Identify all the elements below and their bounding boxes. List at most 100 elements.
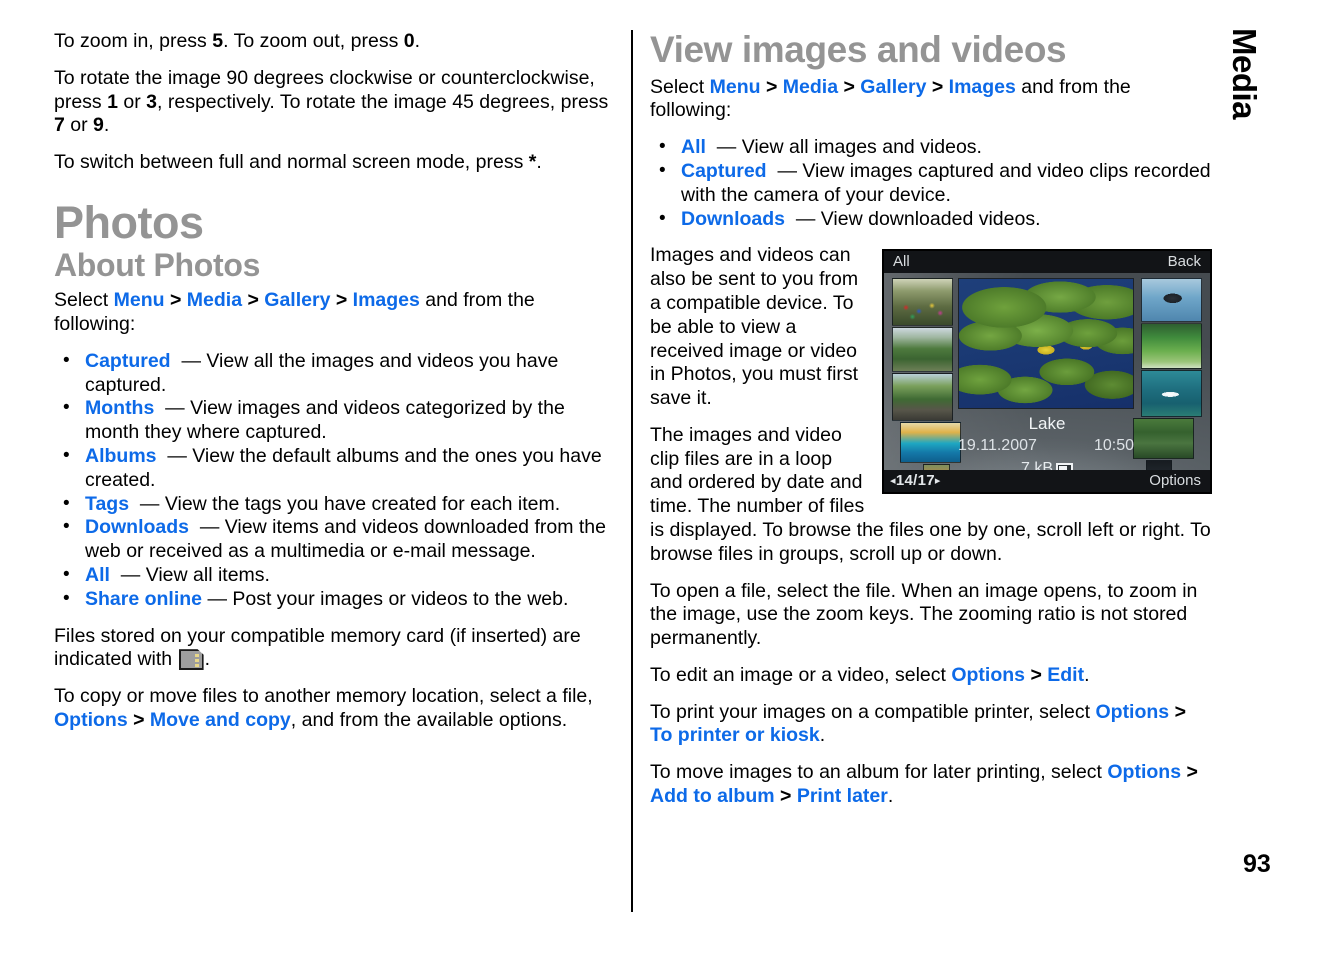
left-column: To zoom in, press 5. To zoom out, press … [54, 30, 620, 746]
list-item-desc: View the default albums and the ones you… [85, 445, 602, 491]
phone-screen: Lake 19.11.2007 10:50 7 kB All Back Opti… [884, 251, 1210, 493]
list-item: Albums — View the default albums and the… [54, 444, 620, 493]
link-options[interactable]: Options [54, 709, 128, 731]
list-item: Downloads — View items and videos downlo… [54, 515, 620, 564]
list-item: All — View all images and videos. [650, 135, 1212, 160]
key-5: 5 [212, 30, 224, 52]
key-9: 9 [93, 114, 104, 137]
thumbnail-left-1[interactable] [892, 278, 953, 327]
paragraph-select-path-left: Select Menu > Media > Gallery > Images a… [54, 289, 535, 336]
thumbnail-right-3[interactable] [1141, 370, 1202, 418]
list-item: Downloads — View downloaded videos. [650, 207, 1212, 232]
file-counter-value: 14/17 [895, 472, 935, 490]
path-separator: > [843, 75, 855, 98]
main-preview-image-lily-pads[interactable] [958, 278, 1134, 410]
path-separator: > [780, 785, 792, 807]
thumbnail-right-2[interactable] [1141, 323, 1202, 370]
link-add-to-album[interactable]: Add to album [650, 785, 775, 807]
key-1: 1 [107, 90, 118, 113]
arrow-right-icon[interactable]: ▸ [935, 475, 941, 487]
right-column: View images and videos Select Menu > Med… [650, 29, 1212, 822]
em-dash: — [199, 516, 220, 539]
top-softkey-bar: All Back [884, 251, 1210, 274]
list-item: Tags — View the tags you have created fo… [54, 492, 620, 517]
em-dash: — [120, 563, 141, 586]
link-media[interactable]: Media [187, 289, 242, 311]
column-divider [631, 30, 633, 912]
paragraph-open-file: To open a file, select the file. When an… [650, 579, 1198, 650]
list-item: Captured — View images captured and vide… [650, 159, 1212, 208]
path-separator: > [335, 289, 348, 312]
em-dash: — [716, 136, 737, 159]
running-head: Media [1226, 28, 1263, 120]
link-captured[interactable]: Captured [681, 160, 767, 182]
em-dash: — [165, 397, 185, 420]
link-all[interactable]: All [681, 136, 706, 158]
key-7: 7 [54, 114, 65, 137]
link-share-online[interactable]: Share online [85, 588, 202, 610]
paragraph-add-to-album: To move images to an album for later pri… [650, 761, 1198, 807]
link-tags[interactable]: Tags [85, 493, 129, 515]
heading-about-photos: About Photos [54, 247, 261, 284]
paragraph-fullscreen: To switch between full and normal screen… [54, 151, 542, 174]
heading-view-images-and-videos: View images and videos [650, 29, 1067, 70]
left-bullet-list: Captured — View all the images and video… [54, 349, 620, 612]
link-print-later[interactable]: Print later [797, 785, 888, 807]
list-item: Share online — Post your images or video… [54, 587, 620, 612]
link-options[interactable]: Options [1095, 701, 1169, 723]
link-to-printer-or-kiosk[interactable]: To printer or kiosk [650, 724, 820, 746]
link-menu[interactable]: Menu [114, 289, 165, 311]
path-separator: > [133, 708, 145, 731]
image-time: 10:50 [1093, 437, 1134, 455]
em-dash: — [181, 349, 201, 372]
link-options[interactable]: Options [951, 664, 1025, 686]
paragraph-zoom: To zoom in, press 5. To zoom out, press … [54, 30, 421, 52]
path-separator: > [1174, 700, 1186, 723]
em-dash: — [167, 445, 187, 468]
link-gallery[interactable]: Gallery [264, 289, 330, 311]
link-captured[interactable]: Captured [85, 350, 171, 372]
link-options[interactable]: Options [1107, 761, 1181, 783]
softkey-back[interactable]: Back [1168, 251, 1201, 273]
list-item-desc: View the tags you have created for each … [164, 492, 561, 515]
file-counter: ◂14/17▸ [890, 470, 941, 492]
path-separator: > [169, 289, 182, 312]
link-months[interactable]: Months [85, 397, 154, 419]
em-dash: — [795, 207, 816, 230]
path-separator: > [1030, 663, 1042, 686]
page-number: 93 [1243, 850, 1271, 878]
list-item: Months — View images and videos categori… [54, 396, 620, 445]
path-separator: > [247, 289, 259, 312]
paragraph-select-path-right: Select Menu > Media > Gallery > Images a… [650, 75, 1131, 122]
list-item: All — View all items. [54, 563, 620, 588]
link-albums[interactable]: Albums [85, 445, 157, 467]
paragraph-memory-card: Files stored on your compatible memory c… [54, 624, 581, 671]
softkey-all[interactable]: All [893, 251, 910, 273]
link-menu[interactable]: Menu [710, 76, 761, 98]
link-downloads[interactable]: Downloads [681, 208, 785, 230]
softkey-options[interactable]: Options [1149, 470, 1201, 492]
link-all[interactable]: All [85, 564, 110, 586]
list-item-desc: View downloaded videos. [820, 207, 1041, 230]
thumbnail-right-1[interactable] [1141, 278, 1202, 323]
link-edit[interactable]: Edit [1047, 664, 1084, 686]
link-images[interactable]: Images [949, 76, 1016, 98]
paragraph-move-copy: To copy or move files to another memory … [54, 685, 593, 731]
thumbnail-left-2[interactable] [892, 327, 953, 373]
link-move-and-copy[interactable]: Move and copy [150, 709, 291, 731]
paragraph-print: To print your images on a compatible pri… [650, 700, 1186, 747]
link-images[interactable]: Images [353, 289, 420, 311]
path-separator: > [1186, 761, 1198, 784]
link-media[interactable]: Media [783, 76, 838, 98]
link-downloads[interactable]: Downloads [85, 516, 189, 538]
heading-photos: Photos [54, 196, 204, 248]
list-item-desc: View all items. [145, 563, 270, 586]
list-item: Captured — View all the images and video… [54, 349, 620, 398]
key-0: 0 [403, 30, 415, 52]
memory-card-icon [178, 649, 204, 671]
manual-page: Media 93 To zoom in, press 5. To zoom ou… [0, 0, 1322, 954]
em-dash: — [777, 160, 797, 183]
em-dash: — [139, 492, 160, 515]
link-gallery[interactable]: Gallery [860, 76, 926, 98]
list-item-desc: View images and videos categorized by th… [85, 397, 565, 444]
